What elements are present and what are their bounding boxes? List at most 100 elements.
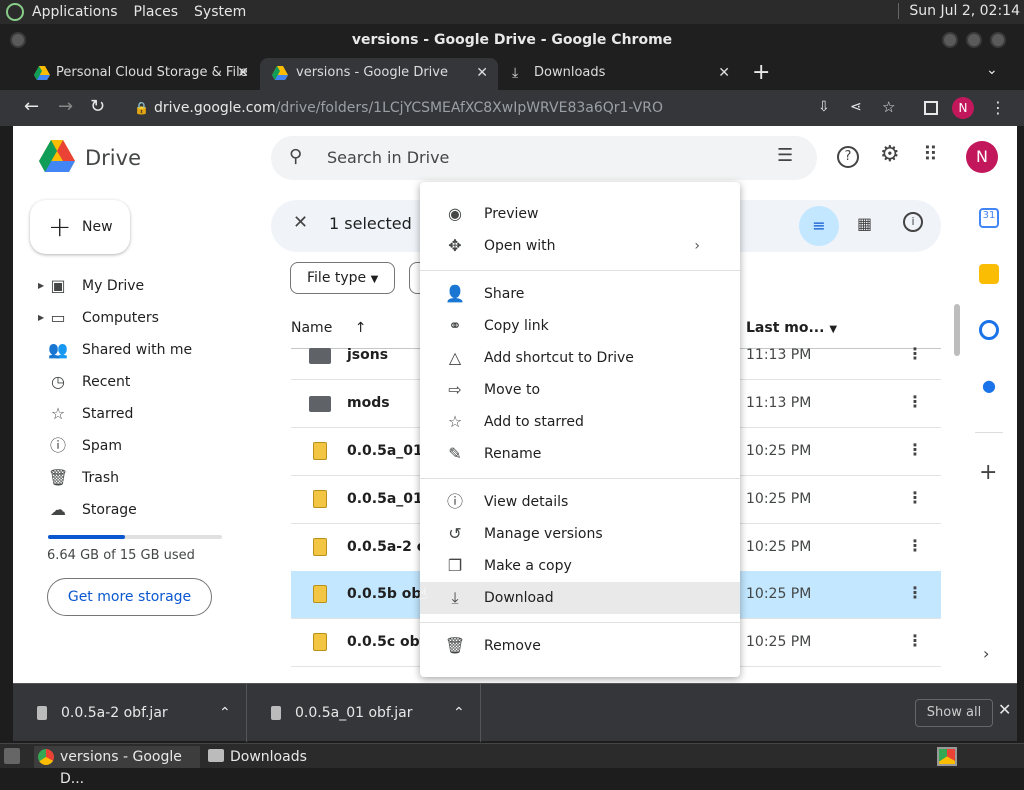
download-item[interactable]: 0.0.5a_01 obf.jar ⌃ bbox=[247, 684, 481, 742]
chrome-tray-icon[interactable] bbox=[937, 747, 957, 766]
grid-view-icon[interactable]: ▦ bbox=[857, 214, 872, 233]
download-item[interactable]: 0.0.5a-2 obf.jar ⌃ bbox=[13, 684, 247, 742]
menu-item-share[interactable]: 👤 Share bbox=[420, 278, 740, 310]
more-actions-icon[interactable]: ⋮ bbox=[907, 631, 923, 650]
menu-label: Remove bbox=[484, 638, 541, 654]
taskbar-item-downloads[interactable]: Downloads bbox=[204, 746, 354, 768]
tab-search-chevron-icon[interactable]: ⌄ bbox=[986, 62, 998, 78]
menu-item-preview[interactable]: ◉ Preview bbox=[420, 198, 740, 230]
share-icon[interactable]: ⋖ bbox=[850, 99, 862, 115]
menu-item-add-starred[interactable]: ☆ Add to starred bbox=[420, 406, 740, 438]
sidebar-item-starred[interactable]: ☆ Starred bbox=[48, 398, 134, 430]
details-info-icon[interactable]: i bbox=[903, 212, 923, 232]
back-icon[interactable]: ← bbox=[24, 96, 39, 117]
apps-grid-icon[interactable]: ⠿ bbox=[923, 142, 938, 166]
reload-icon[interactable]: ↻ bbox=[90, 96, 105, 117]
hide-panel-chevron-icon[interactable]: › bbox=[983, 644, 989, 663]
drive-logo-icon[interactable] bbox=[39, 140, 75, 172]
menu-system[interactable]: System bbox=[194, 4, 246, 20]
more-actions-icon[interactable]: ⋮ bbox=[907, 583, 923, 602]
more-actions-icon[interactable]: ⋮ bbox=[907, 440, 923, 459]
more-actions-icon[interactable]: ⋮ bbox=[907, 392, 923, 411]
minimize-icon[interactable] bbox=[942, 32, 958, 48]
sidebar-item-spam[interactable]: ⓘ Spam bbox=[48, 430, 122, 462]
bookmark-star-icon[interactable]: ☆ bbox=[882, 98, 895, 116]
close-downloads-icon[interactable]: ✕ bbox=[998, 700, 1011, 719]
sidebar-item-trash[interactable]: 🗑 Trash bbox=[48, 462, 119, 494]
chrome-menu-icon[interactable]: ⋮ bbox=[990, 98, 1006, 117]
address-bar[interactable]: 🔒 drive.google.com/drive/folders/1LCjYCS… bbox=[130, 95, 810, 121]
new-tab-icon[interactable]: + bbox=[752, 60, 770, 85]
scrollbar-thumb[interactable] bbox=[954, 304, 960, 356]
taskbar-item-chrome[interactable]: versions - Google D... bbox=[34, 746, 200, 787]
clear-selection-icon[interactable]: ✕ bbox=[293, 212, 308, 233]
chevron-up-icon[interactable]: ⌃ bbox=[219, 684, 231, 742]
drive-title[interactable]: Drive bbox=[85, 146, 141, 170]
tab-close-icon[interactable]: ✕ bbox=[237, 58, 249, 88]
sidebar-item-shared[interactable]: 👥 Shared with me bbox=[48, 334, 192, 366]
window-title: versions - Google Drive - Google Chrome bbox=[351, 32, 673, 48]
folder-icon bbox=[309, 396, 331, 412]
file-type-chip[interactable]: File type ▼ bbox=[290, 262, 396, 294]
get-more-storage-button[interactable]: Get more storage bbox=[47, 578, 212, 616]
account-avatar[interactable]: N bbox=[966, 141, 998, 173]
more-actions-icon[interactable]: ⋮ bbox=[907, 536, 923, 555]
forward-icon[interactable]: → bbox=[58, 96, 73, 117]
sidebar-item-computers[interactable]: ▶ ▭ Computers bbox=[38, 302, 159, 334]
menu-item-view-details[interactable]: ⓘ View details bbox=[420, 486, 740, 518]
search-icon[interactable]: ⚲ bbox=[289, 146, 302, 167]
new-button[interactable]: + New bbox=[30, 200, 130, 254]
search-bar[interactable]: ⚲ Search in Drive ☰ bbox=[271, 136, 817, 180]
download-favicon-icon: ⤓ bbox=[512, 65, 519, 81]
tab-personal-cloud[interactable]: Personal Cloud Storage & File ✕ bbox=[14, 58, 259, 90]
menu-item-add-shortcut[interactable]: △ Add shortcut to Drive bbox=[420, 342, 740, 374]
lock-icon[interactable]: 🔒 bbox=[134, 95, 149, 121]
menu-applications[interactable]: Applications bbox=[32, 4, 118, 20]
sidebar-item-my-drive[interactable]: ▶ ▣ My Drive bbox=[38, 270, 144, 302]
add-addon-icon[interactable]: + bbox=[979, 460, 997, 485]
menu-item-open-with[interactable]: ✥ Open with › bbox=[420, 230, 740, 262]
menu-item-manage-versions[interactable]: ↺ Manage versions bbox=[420, 518, 740, 550]
tab-downloads[interactable]: ⤓ Downloads ✕ bbox=[500, 58, 740, 90]
profile-avatar[interactable]: N bbox=[952, 97, 974, 119]
trash-icon: 🗑 bbox=[48, 468, 69, 487]
menu-item-move-to[interactable]: ⇨ Move to bbox=[420, 374, 740, 406]
tab-close-icon[interactable]: ✕ bbox=[718, 58, 730, 88]
chevron-up-icon[interactable]: ⌃ bbox=[453, 684, 465, 742]
toolbar: ← → ↻ 🔒 drive.google.com/drive/folders/1… bbox=[0, 90, 1024, 126]
maximize-icon[interactable] bbox=[966, 32, 982, 48]
file-name: jsons bbox=[347, 347, 389, 363]
menu-item-make-copy[interactable]: ❐ Make a copy bbox=[420, 550, 740, 582]
tab-close-icon[interactable]: ✕ bbox=[476, 58, 488, 88]
menu-item-remove[interactable]: 🗑 Remove bbox=[420, 630, 740, 662]
install-icon[interactable]: ⇩ bbox=[818, 99, 830, 115]
menu-places[interactable]: Places bbox=[134, 4, 179, 20]
show-desktop-icon[interactable] bbox=[4, 748, 20, 764]
submenu-arrow-icon: › bbox=[694, 238, 700, 254]
menu-item-rename[interactable]: ✎ Rename bbox=[420, 438, 740, 470]
system-logo-icon[interactable] bbox=[6, 3, 24, 21]
help-icon[interactable]: ? bbox=[837, 146, 859, 168]
search-options-icon[interactable]: ☰ bbox=[777, 145, 793, 166]
filter-icon[interactable]: ≡ bbox=[799, 206, 839, 246]
expand-arrow-icon[interactable]: ▶ bbox=[38, 270, 44, 302]
keep-icon[interactable] bbox=[979, 264, 999, 284]
settings-gear-icon[interactable]: ⚙ bbox=[880, 142, 900, 167]
close-window-icon[interactable] bbox=[990, 32, 1006, 48]
sidebar-item-recent[interactable]: ◷ Recent bbox=[48, 366, 130, 398]
more-actions-icon[interactable]: ⋮ bbox=[907, 344, 923, 363]
clock[interactable]: Sun Jul 2, 02:14 bbox=[898, 3, 1020, 19]
search-input[interactable]: Search in Drive bbox=[327, 148, 449, 167]
menu-item-copy-link[interactable]: ⚭ Copy link bbox=[420, 310, 740, 342]
expand-arrow-icon[interactable]: ▶ bbox=[38, 302, 44, 334]
calendar-icon[interactable]: 31 bbox=[979, 208, 999, 228]
sidebar-item-storage[interactable]: ☁ Storage bbox=[48, 494, 137, 526]
more-actions-icon[interactable]: ⋮ bbox=[907, 488, 923, 507]
window-menu-icon[interactable] bbox=[10, 32, 26, 48]
tab-versions[interactable]: versions - Google Drive ✕ bbox=[260, 58, 498, 90]
contacts-icon[interactable]: ● bbox=[979, 376, 999, 396]
menu-item-download[interactable]: ⤓ Download bbox=[420, 582, 740, 614]
side-panel-icon[interactable] bbox=[924, 101, 938, 115]
show-all-button[interactable]: Show all bbox=[915, 699, 993, 727]
tasks-icon[interactable] bbox=[979, 320, 999, 340]
